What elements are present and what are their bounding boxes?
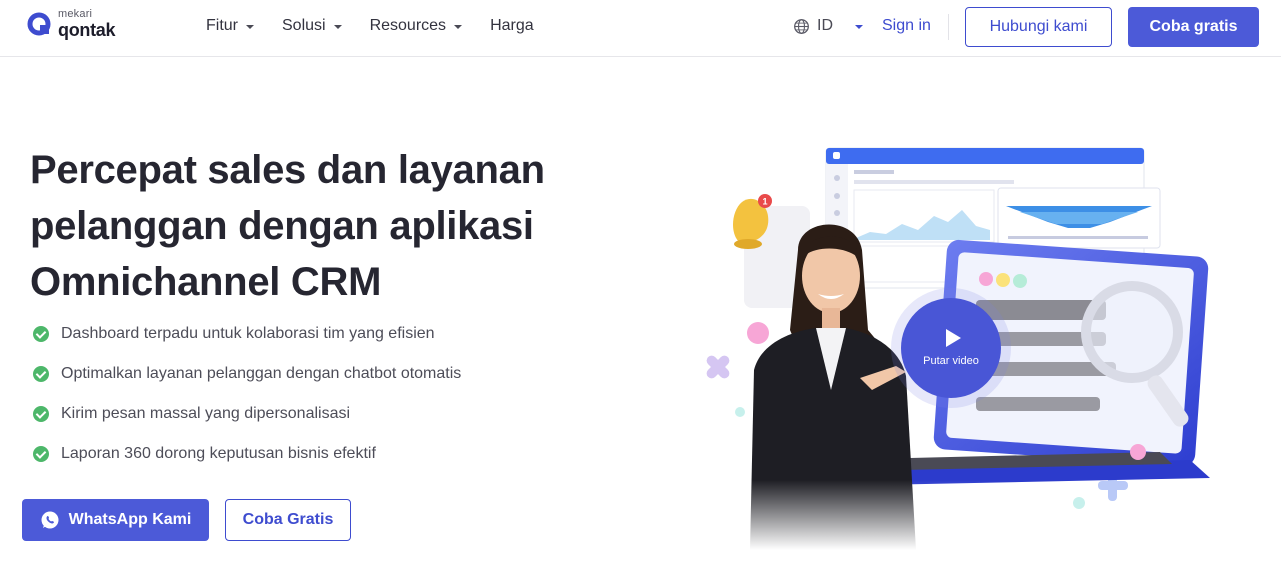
check-circle-icon (33, 366, 49, 382)
hero-title-line: pelanggan dengan aplikasi (30, 204, 534, 248)
nav-item-harga[interactable]: Harga (490, 17, 534, 35)
nav-item-label: Harga (490, 17, 534, 34)
hero-title-line: Percepat sales dan layanan (30, 148, 545, 192)
sign-in-link[interactable]: Sign in (882, 17, 931, 35)
hero-title: Percepat sales dan layanan pelanggan den… (30, 142, 630, 310)
brand-logo[interactable]: mekari qontak (27, 8, 116, 40)
feature-item: Laporan 360 dorong keputusan bisnis efek… (33, 444, 461, 464)
nav-item-label: Resources (369, 17, 447, 34)
feature-item: Dashboard terpadu untuk kolaborasi tim y… (33, 324, 461, 344)
feature-text: Laporan 360 dorong keputusan bisnis efek… (61, 445, 376, 462)
feature-text: Dashboard terpadu untuk kolaborasi tim y… (61, 325, 435, 342)
hero-title-line: Omnichannel CRM (30, 260, 382, 304)
feature-item: Kirim pesan massal yang dipersonalisasi (33, 404, 461, 424)
play-icon (945, 329, 961, 347)
chevron-down-icon (333, 24, 342, 29)
feature-list: Dashboard terpadu untuk kolaborasi tim y… (33, 324, 461, 484)
pink-bubble (747, 322, 769, 344)
check-circle-icon (33, 446, 49, 462)
feature-item: Optimalkan layanan pelanggan dengan chat… (33, 364, 461, 384)
header-divider (948, 14, 949, 40)
whatsapp-button-label: WhatsApp Kami (68, 511, 192, 528)
check-circle-icon (33, 406, 49, 422)
qontak-logo-icon (27, 12, 51, 36)
chevron-down-icon (855, 24, 863, 29)
feature-text: Kirim pesan massal yang dipersonalisasi (61, 405, 351, 422)
feature-text: Optimalkan layanan pelanggan dengan chat… (61, 365, 462, 382)
svg-text:1: 1 (762, 197, 767, 207)
brand-name: qontak (58, 20, 116, 40)
plus-shape-left (706, 355, 730, 379)
contact-us-button[interactable]: Hubungi kami (965, 7, 1112, 47)
main-nav: Fitur Solusi Resources Harga (206, 17, 562, 35)
funnel-card (997, 187, 1161, 249)
free-trial-hero-button[interactable]: Coba Gratis (225, 499, 351, 541)
nav-item-resources[interactable]: Resources (369, 17, 463, 35)
top-navbar: mekari qontak Fitur Solusi Resources Har… (0, 0, 1281, 57)
check-circle-icon (33, 326, 49, 342)
nav-item-label: Solusi (282, 17, 326, 34)
chevron-down-icon (454, 24, 463, 29)
play-video-label: Putar video (923, 355, 979, 367)
nav-item-label: Fitur (206, 17, 238, 34)
nav-item-solusi[interactable]: Solusi (282, 17, 342, 35)
whatsapp-icon (41, 511, 59, 529)
free-trial-button[interactable]: Coba gratis (1128, 7, 1259, 47)
chevron-down-icon (246, 24, 254, 29)
whatsapp-button[interactable]: WhatsApp Kami (22, 499, 209, 541)
language-label: ID (817, 17, 833, 34)
nav-item-fitur[interactable]: Fitur (206, 17, 254, 35)
globe-icon (794, 18, 809, 34)
language-selector[interactable]: ID (793, 17, 863, 35)
play-video-button[interactable]: Putar video (901, 298, 1001, 398)
brand-sub: mekari (58, 8, 93, 20)
